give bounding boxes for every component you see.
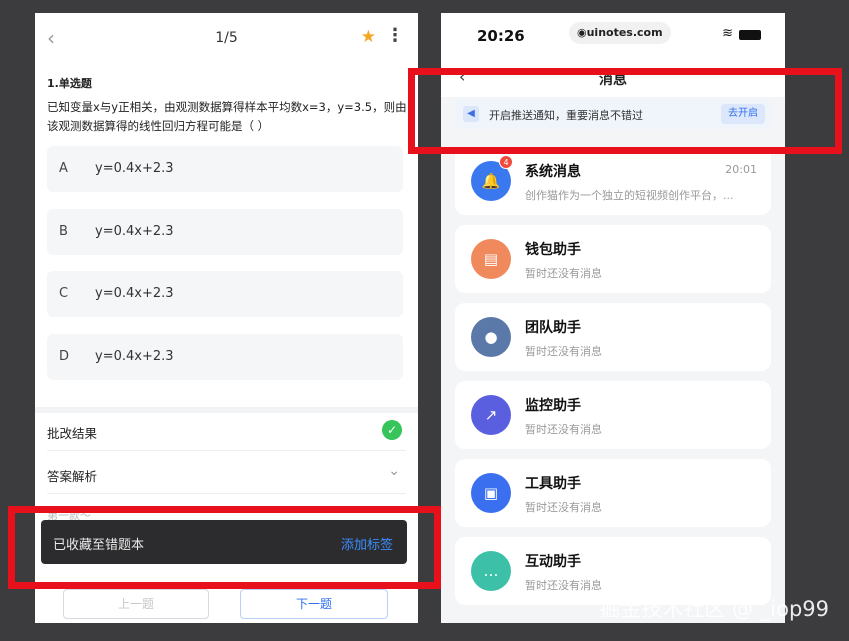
option-letter: D xyxy=(59,349,70,364)
team-icon: ● xyxy=(471,317,511,357)
message-preview: 暂时还没有消息 xyxy=(525,345,602,358)
list-item[interactable]: ● 团队助手 暂时还没有消息 xyxy=(455,303,771,371)
list-item[interactable]: ▤ 钱包助手 暂时还没有消息 xyxy=(455,225,771,293)
more-icon[interactable]: ⋮ xyxy=(386,25,404,46)
toolbox-icon: ▣ xyxy=(471,473,511,513)
unread-badge: 4 xyxy=(499,155,513,169)
message-title: 钱包助手 xyxy=(525,242,581,258)
wifi-icon: ≋ xyxy=(722,26,733,41)
option-b[interactable]: B y=0.4x+2.3 xyxy=(47,209,403,255)
battery-icon xyxy=(739,30,761,40)
option-d[interactable]: D y=0.4x+2.3 xyxy=(47,334,403,380)
watermark: 掘金技术社区 @ _iop99 xyxy=(599,597,829,621)
exam-header: ‹ 1/5 ★ ⋮ xyxy=(35,13,418,63)
question-type: 1.单选题 xyxy=(47,77,92,90)
option-letter: B xyxy=(59,224,68,239)
status-time: 20:26 xyxy=(477,27,525,45)
option-text: y=0.4x+2.3 xyxy=(95,286,174,301)
option-letter: A xyxy=(59,161,68,176)
chevron-down-icon[interactable]: ⌄ xyxy=(388,463,400,479)
message-preview: 创作猫作为一个独立的短视频创作平台，... xyxy=(525,189,734,202)
message-title: 团队助手 xyxy=(525,320,581,336)
message-title: 互动助手 xyxy=(525,554,581,570)
highlight-box xyxy=(408,68,842,154)
message-preview: 暂时还没有消息 xyxy=(525,579,602,592)
question-text: 已知变量x与y正相关，由观测数据算得样本平均数x=3，y=3.5，则由该观测数据… xyxy=(47,100,407,133)
list-item[interactable]: ↗ 监控助手 暂时还没有消息 xyxy=(455,381,771,449)
url-pill: ◉uinotes.com xyxy=(569,22,671,44)
analysis-label: 答案解析 xyxy=(47,469,98,484)
option-text: y=0.4x+2.3 xyxy=(95,161,174,176)
prev-question-button[interactable]: 上一题 xyxy=(63,589,209,619)
chat-icon: … xyxy=(471,551,511,591)
message-preview: 暂时还没有消息 xyxy=(525,501,602,514)
option-text: y=0.4x+2.3 xyxy=(95,224,174,239)
message-preview: 暂时还没有消息 xyxy=(525,267,602,280)
chart-icon: ↗ xyxy=(471,395,511,435)
option-c[interactable]: C y=0.4x+2.3 xyxy=(47,271,403,317)
option-letter: C xyxy=(59,286,69,301)
grading-row: 批改结果 ✓ xyxy=(47,411,406,451)
message-time: 20:01 xyxy=(725,163,757,176)
option-text: y=0.4x+2.3 xyxy=(95,349,174,364)
status-bar: 20:26 ◉uinotes.com ≋ xyxy=(441,13,785,57)
grading-label: 批改结果 xyxy=(47,426,98,441)
message-preview: 暂时还没有消息 xyxy=(525,423,602,436)
message-title: 监控助手 xyxy=(525,398,581,414)
highlight-box xyxy=(8,506,441,589)
star-icon[interactable]: ★ xyxy=(361,27,376,47)
message-title: 系统消息 xyxy=(525,164,581,180)
option-a[interactable]: A y=0.4x+2.3 xyxy=(47,146,403,192)
analysis-row[interactable]: 答案解析 ⌄ xyxy=(47,454,406,494)
check-icon: ✓ xyxy=(382,420,402,440)
list-item[interactable]: 🔔 4 系统消息 创作猫作为一个独立的短视频创作平台，... 20:01 xyxy=(455,147,771,215)
message-title: 工具助手 xyxy=(525,476,581,492)
next-question-button[interactable]: 下一题 xyxy=(240,589,388,619)
wallet-icon: ▤ xyxy=(471,239,511,279)
list-item[interactable]: ▣ 工具助手 暂时还没有消息 xyxy=(455,459,771,527)
